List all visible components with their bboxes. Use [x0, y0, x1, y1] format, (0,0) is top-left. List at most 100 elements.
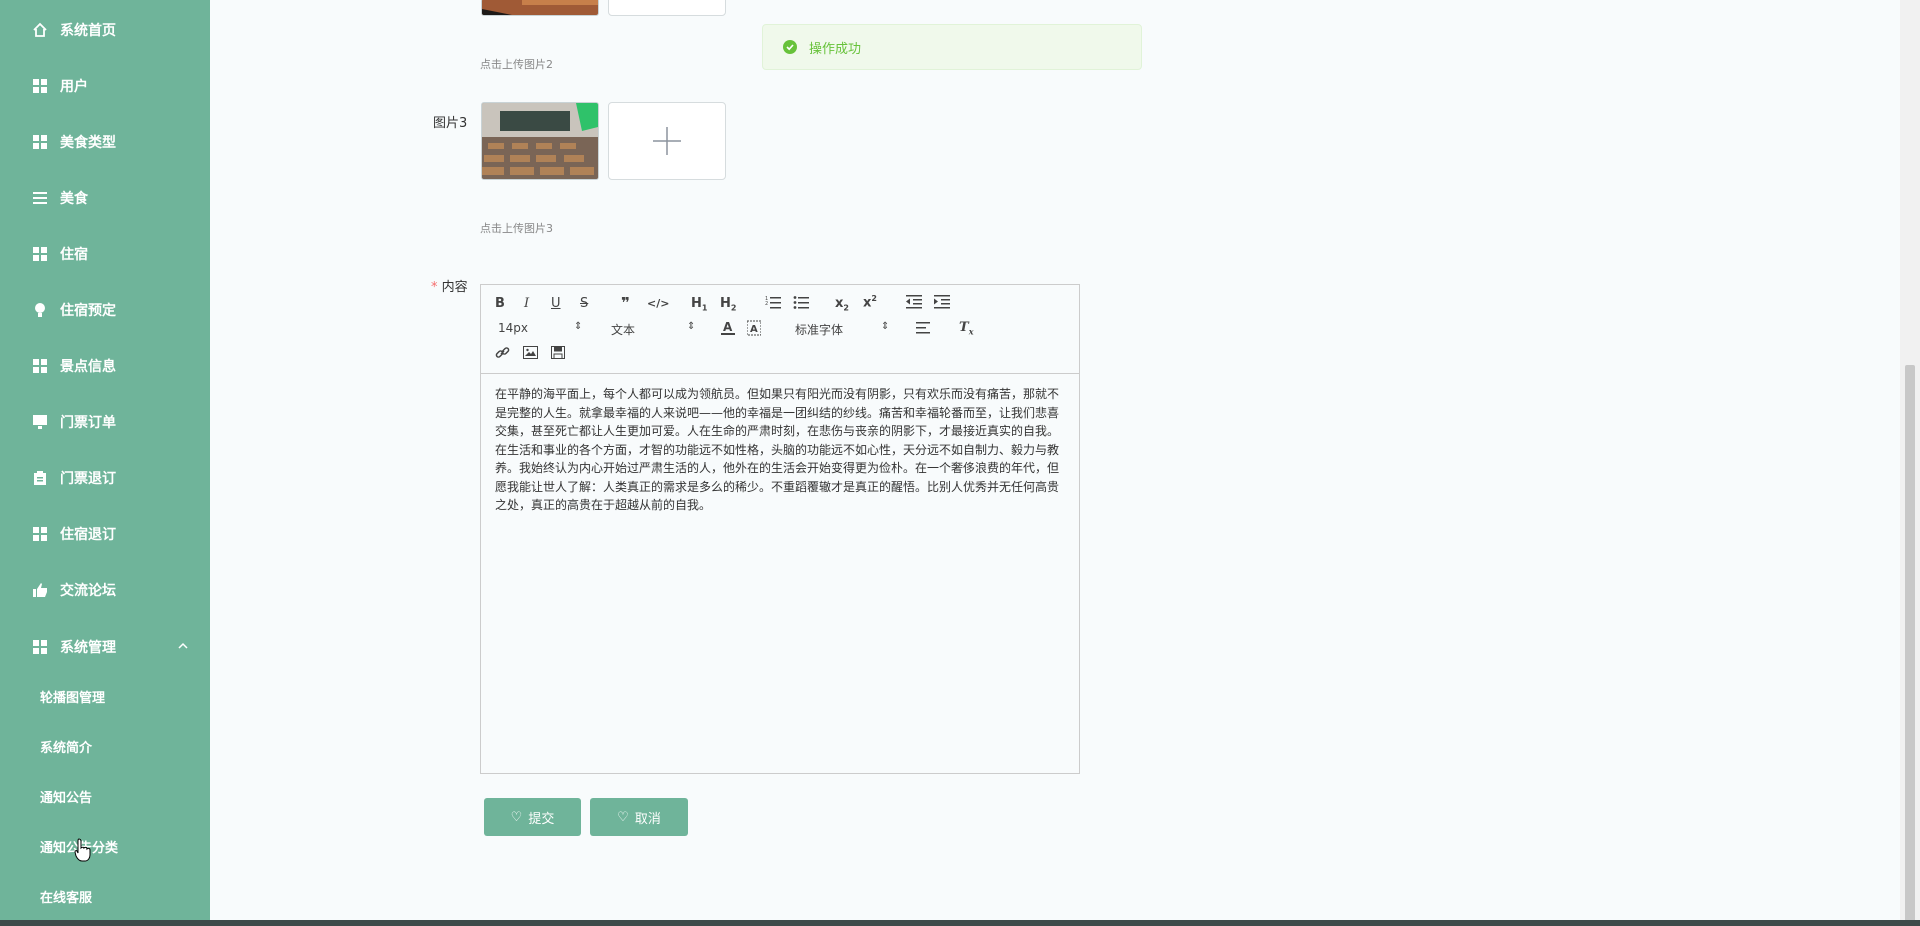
- image3-label: 图片3: [433, 116, 468, 131]
- strike-button[interactable]: S: [580, 296, 588, 311]
- sidebar-item-food-type[interactable]: 美食类型: [0, 122, 210, 162]
- sidebar-item-label: 景点信息: [60, 359, 116, 375]
- underline-button[interactable]: U: [551, 296, 561, 311]
- sidebar-item-label: 美食: [60, 191, 88, 207]
- select-arrows-icon: ⇕: [687, 321, 696, 332]
- sidebar-item-lodging-booking[interactable]: 住宿预定: [0, 290, 210, 330]
- required-mark: *: [431, 280, 438, 295]
- bullet-list-icon[interactable]: [793, 295, 809, 313]
- thumb-icon: [32, 582, 48, 598]
- sidebar-item-forum[interactable]: 交流论坛: [0, 570, 210, 610]
- font-size-select[interactable]: 14px ⇕: [498, 321, 582, 335]
- sidebar-item-system-management[interactable]: 系统管理: [0, 627, 210, 667]
- heart-icon: ♡: [510, 809, 523, 825]
- uploaded-image-2-thumbnail[interactable]: [481, 0, 599, 16]
- sidebar-item-lodging-refund[interactable]: 住宿退订: [0, 514, 210, 554]
- ordered-list-icon: 12: [765, 296, 781, 309]
- cancel-button-label: 取消: [634, 811, 661, 827]
- cancel-button[interactable]: ♡ 取消: [590, 798, 688, 836]
- sidebar-item-label: 住宿退订: [60, 527, 116, 543]
- submenu-item-online-service[interactable]: 在线客服: [40, 882, 210, 916]
- font-family-select[interactable]: 标准字体 ⇕: [795, 321, 889, 338]
- monitor-icon: [32, 414, 48, 430]
- rich-text-editor[interactable]: B I U S ❞ </> H1 H2 12 x2 x2 14px ⇕ 文本 ⇕: [480, 284, 1080, 774]
- toast-message: 操作成功: [809, 41, 862, 57]
- content-label-text: 内容: [441, 280, 468, 295]
- vertical-scrollbar[interactable]: [1900, 0, 1920, 926]
- uploaded-image-3-thumbnail[interactable]: [481, 102, 599, 180]
- header-select[interactable]: 文本 ⇕: [611, 321, 695, 338]
- sidebar-item-label: 住宿: [60, 247, 88, 263]
- submenu-item-notices[interactable]: 通知公告: [40, 782, 210, 816]
- sidebar-item-label: 系统管理: [60, 640, 116, 656]
- align-icon[interactable]: [916, 322, 930, 338]
- sidebar-item-ticket-orders[interactable]: 门票订单: [0, 402, 210, 442]
- sidebar-item-attractions[interactable]: 景点信息: [0, 346, 210, 386]
- upload-hint-image-2: 点击上传图片2: [480, 58, 553, 71]
- sidebar-item-label: 住宿预定: [60, 303, 116, 319]
- sidebar-item-users[interactable]: 用户: [0, 66, 210, 106]
- subscript-button[interactable]: x2: [835, 296, 849, 313]
- indent-icon[interactable]: [934, 295, 950, 313]
- link-icon[interactable]: [495, 345, 510, 364]
- superscript-button[interactable]: x2: [863, 294, 877, 310]
- scrollbar-thumb[interactable]: [1905, 365, 1915, 925]
- svg-text:2: 2: [765, 301, 768, 307]
- sidebar-item-label: 美食类型: [60, 135, 116, 151]
- editor-toolbar: B I U S ❞ </> H1 H2 12 x2 x2 14px ⇕ 文本 ⇕: [481, 285, 1079, 374]
- submenu-item-notice-categories[interactable]: 通知公告分类: [40, 832, 210, 866]
- outdent-icon[interactable]: [906, 295, 922, 313]
- image-icon[interactable]: [523, 346, 538, 363]
- classroom-photo: [482, 103, 598, 179]
- upload-image-2-box[interactable]: [608, 0, 726, 16]
- grid-icon: [32, 134, 48, 150]
- sidebar: 系统首页 用户 美食类型 美食 住宿 住宿预定 景点信息 门票订单 门票退订 住…: [0, 0, 210, 926]
- list-icon: [32, 190, 48, 206]
- clipboard-icon: [32, 470, 48, 486]
- sidebar-item-home[interactable]: 系统首页: [0, 10, 210, 50]
- background-color-icon[interactable]: A: [746, 320, 762, 340]
- italic-button[interactable]: I: [524, 296, 529, 311]
- success-check-icon: [783, 40, 797, 54]
- submit-button[interactable]: ♡ 提交: [484, 798, 581, 836]
- submenu-item-carousel[interactable]: 轮播图管理: [40, 682, 210, 716]
- font-size-value: 14px: [498, 321, 528, 335]
- sidebar-item-ticket-refund[interactable]: 门票退订: [0, 458, 210, 498]
- heart-icon: ♡: [617, 809, 629, 825]
- video-icon[interactable]: [551, 346, 565, 363]
- svg-text:A: A: [750, 324, 758, 335]
- bulb-icon: [32, 302, 48, 318]
- grid-icon: [32, 246, 48, 262]
- grid-icon: [32, 526, 48, 542]
- success-toast: 操作成功: [762, 24, 1142, 70]
- ordered-list-button[interactable]: 12: [765, 295, 781, 313]
- header-select-value: 文本: [611, 323, 636, 337]
- font-family-value: 标准字体: [795, 323, 844, 337]
- code-block-button[interactable]: </>: [647, 297, 669, 310]
- sidebar-item-label: 系统首页: [60, 23, 116, 39]
- sidebar-item-label: 交流论坛: [60, 583, 116, 599]
- blockquote-button[interactable]: ❞: [621, 294, 630, 312]
- select-arrows-icon: ⇕: [574, 321, 583, 332]
- svg-text:A: A: [723, 320, 733, 334]
- h2-button[interactable]: H2: [720, 296, 736, 313]
- content-label: * 内容: [431, 276, 468, 295]
- sidebar-item-food[interactable]: 美食: [0, 178, 210, 218]
- chevron-up-icon: [178, 642, 188, 649]
- grid-icon: [32, 358, 48, 374]
- bold-button[interactable]: B: [495, 296, 505, 311]
- select-arrows-icon: ⇕: [881, 321, 890, 332]
- sidebar-item-lodging[interactable]: 住宿: [0, 234, 210, 274]
- sidebar-item-label: 门票退订: [60, 471, 116, 487]
- submenu-item-system-intro[interactable]: 系统简介: [40, 732, 210, 766]
- h1-button[interactable]: H1: [691, 296, 707, 313]
- text-color-icon[interactable]: A: [721, 320, 735, 340]
- upload-hint-image-3: 点击上传图片3: [480, 222, 553, 235]
- editor-content[interactable]: 在平静的海平面上，每个人都可以成为领航员。但如果只有阳光而没有阴影，只有欢乐而没…: [495, 385, 1065, 515]
- upload-image-3-box[interactable]: [608, 102, 726, 180]
- grid-icon: [32, 78, 48, 94]
- bottom-edge: [0, 920, 1920, 926]
- hand-cursor-icon: [74, 838, 91, 862]
- plus-icon: [653, 127, 681, 155]
- clear-format-button[interactable]: Tx: [959, 320, 973, 337]
